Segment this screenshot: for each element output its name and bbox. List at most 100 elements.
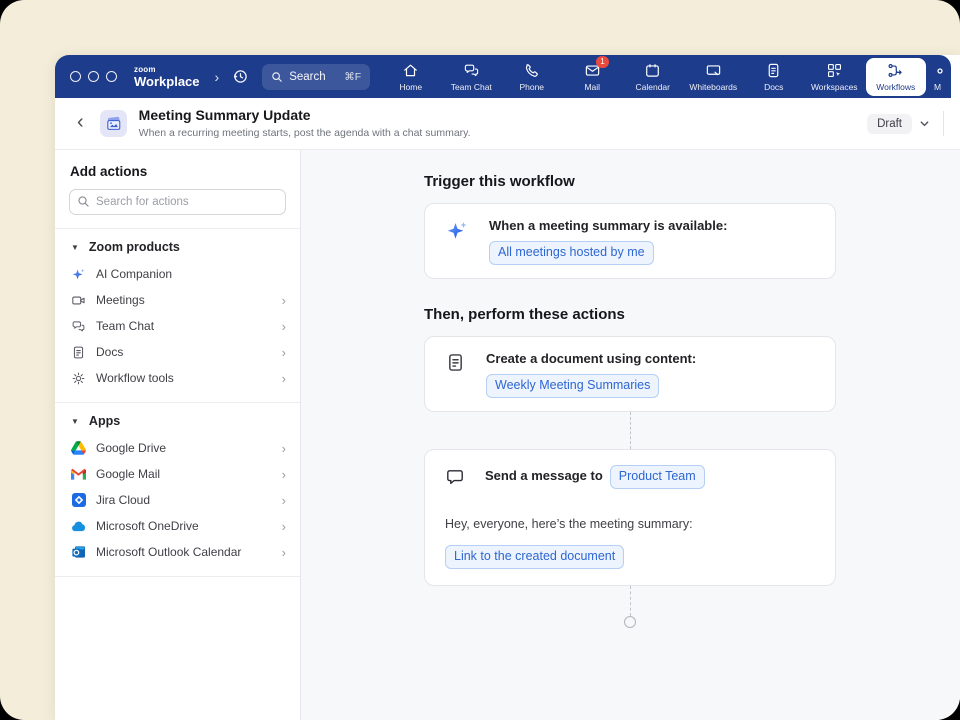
primary-nav: Home Team Chat Phone 1 Mail <box>381 55 952 98</box>
sidebar-item-google-mail[interactable]: Google Mail › <box>69 461 286 487</box>
flow-connector <box>630 412 631 449</box>
nav-item-whiteboards[interactable]: Whiteboards <box>683 55 744 98</box>
page-subtitle: When a recurring meeting starts, post th… <box>139 127 471 139</box>
sidebar-item-microsoft-onedrive[interactable]: Microsoft OneDrive › <box>69 513 286 539</box>
nav-item-workflows[interactable]: Workflows <box>866 58 927 96</box>
top-navbar: zoom Workplace › Search ⌘F Home Team Cha <box>55 55 951 98</box>
whiteboards-icon <box>705 62 722 79</box>
gear-icon <box>71 371 86 386</box>
chevron-right-icon: › <box>282 494 286 507</box>
section-apps: ▼ Apps Google Drive › Goog <box>55 403 300 567</box>
window-dot[interactable] <box>88 71 99 82</box>
sidebar-item-meetings[interactable]: Meetings › <box>69 287 286 313</box>
mail-icon: 1 <box>584 62 601 79</box>
search-icon <box>271 71 283 83</box>
chevron-right-icon: › <box>282 442 286 455</box>
document-icon <box>71 345 86 360</box>
workflow-header: ‹ Meeting Summary Update When a recurrin… <box>55 98 960 150</box>
actions-heading: Then, perform these actions <box>424 306 836 323</box>
home-icon <box>402 62 419 79</box>
team-chat-icon <box>463 62 480 79</box>
message-card-header: Send a message to Product Team <box>425 450 721 504</box>
logo-workplace-text: Workplace <box>134 75 200 88</box>
sidebar-item-workflow-tools[interactable]: Workflow tools › <box>69 365 286 391</box>
message-text: Hey, everyone, here’s the meeting summar… <box>445 517 693 531</box>
sidebar-heading: Add actions <box>55 164 300 179</box>
document-icon <box>445 352 466 373</box>
docs-icon <box>765 62 782 79</box>
message-card-title-row: Send a message to Product Team <box>485 465 705 489</box>
triangle-down-icon: ▼ <box>71 243 79 252</box>
action-card-body: Create a document using content: Weekly … <box>486 350 696 398</box>
chat-bubbles-icon <box>71 319 86 334</box>
action-title: Create a document using content: <box>486 350 696 368</box>
chevron-down-icon[interactable] <box>919 118 930 129</box>
trigger-scope-chip[interactable]: All meetings hosted by me <box>489 241 654 265</box>
sidebar-item-docs[interactable]: Docs › <box>69 339 286 365</box>
mail-unread-badge: 1 <box>596 56 608 69</box>
actions-sidebar: Add actions ▼ Zoom products <box>55 150 301 720</box>
nav-item-clipped[interactable]: M <box>927 55 951 98</box>
main-area: Add actions ▼ Zoom products <box>55 150 960 720</box>
nav-item-mail[interactable]: 1 Mail <box>562 55 623 98</box>
page-title: Meeting Summary Update <box>139 108 471 123</box>
workspaces-icon <box>826 62 843 79</box>
nav-item-team-chat[interactable]: Team Chat <box>441 55 502 98</box>
workflow-titles: Meeting Summary Update When a recurring … <box>139 108 471 138</box>
back-button[interactable]: ‹ <box>77 112 84 132</box>
chevron-right-icon: › <box>282 372 286 385</box>
document-link-chip[interactable]: Link to the created document <box>445 545 624 569</box>
trigger-card[interactable]: When a meeting summary is available: All… <box>424 203 836 279</box>
nav-item-phone[interactable]: Phone <box>502 55 563 98</box>
workflows-icon <box>887 62 904 79</box>
nav-item-calendar[interactable]: Calendar <box>623 55 684 98</box>
trigger-title: When a meeting summary is available: <box>489 217 727 235</box>
window-dot[interactable] <box>70 71 81 82</box>
sidebar-item-ai-companion[interactable]: AI Companion <box>69 261 286 287</box>
flow-end-node[interactable] <box>624 616 636 628</box>
search-actions-input[interactable] <box>69 189 286 215</box>
chevron-right-icon: › <box>282 346 286 359</box>
desktop-background: zoom Workplace › Search ⌘F Home Team Cha <box>0 0 960 720</box>
sidebar-item-microsoft-outlook-calendar[interactable]: Microsoft Outlook Calendar › <box>69 539 286 565</box>
nav-item-home[interactable]: Home <box>381 55 442 98</box>
window-dot[interactable] <box>106 71 117 82</box>
header-divider <box>943 111 944 136</box>
send-message-title: Send a message to <box>485 468 603 483</box>
chevron-right-icon: › <box>282 294 286 307</box>
logo-zoom-text: zoom <box>134 66 200 74</box>
channel-chip[interactable]: Product Team <box>610 465 705 489</box>
sidebar-item-jira-cloud[interactable]: Jira Cloud › <box>69 487 286 513</box>
document-content-chip[interactable]: Weekly Meeting Summaries <box>486 374 659 398</box>
section-header-zoom-products[interactable]: ▼ Zoom products <box>69 240 286 254</box>
app-window: zoom Workplace › Search ⌘F Home Team Cha <box>55 55 960 720</box>
window-controls[interactable] <box>70 71 117 82</box>
nav-item-docs[interactable]: Docs <box>744 55 805 98</box>
sidebar-item-google-drive[interactable]: Google Drive › <box>69 435 286 461</box>
history-icon[interactable] <box>232 68 249 85</box>
gmail-icon <box>71 467 86 482</box>
chevron-right-icon: › <box>282 320 286 333</box>
section-header-apps[interactable]: ▼ Apps <box>69 414 286 428</box>
chevron-right-icon: › <box>282 520 286 533</box>
google-drive-icon <box>71 441 86 456</box>
status-badge[interactable]: Draft <box>867 114 912 134</box>
search-placeholder: Search <box>289 71 325 83</box>
calendar-icon <box>644 62 661 79</box>
header-actions: Draft <box>867 111 944 136</box>
flow-connector <box>630 586 631 616</box>
chat-bubble-icon <box>445 467 465 487</box>
chevron-right-icon: › <box>282 546 286 559</box>
global-search[interactable]: Search ⌘F <box>262 64 370 90</box>
action-card-create-document[interactable]: Create a document using content: Weekly … <box>424 336 836 412</box>
phone-icon <box>523 62 540 79</box>
sidebar-item-team-chat[interactable]: Team Chat › <box>69 313 286 339</box>
divider <box>55 576 300 577</box>
nav-item-workspaces[interactable]: Workspaces <box>804 55 865 98</box>
chevron-right-icon[interactable]: › <box>215 70 220 84</box>
onedrive-icon <box>71 519 86 534</box>
ai-sparkle-icon <box>445 219 469 243</box>
triangle-down-icon: ▼ <box>71 417 79 426</box>
action-card-send-message[interactable]: Send a message to Product Team Hey, every… <box>424 449 836 586</box>
workflow-app-icon <box>100 110 127 137</box>
